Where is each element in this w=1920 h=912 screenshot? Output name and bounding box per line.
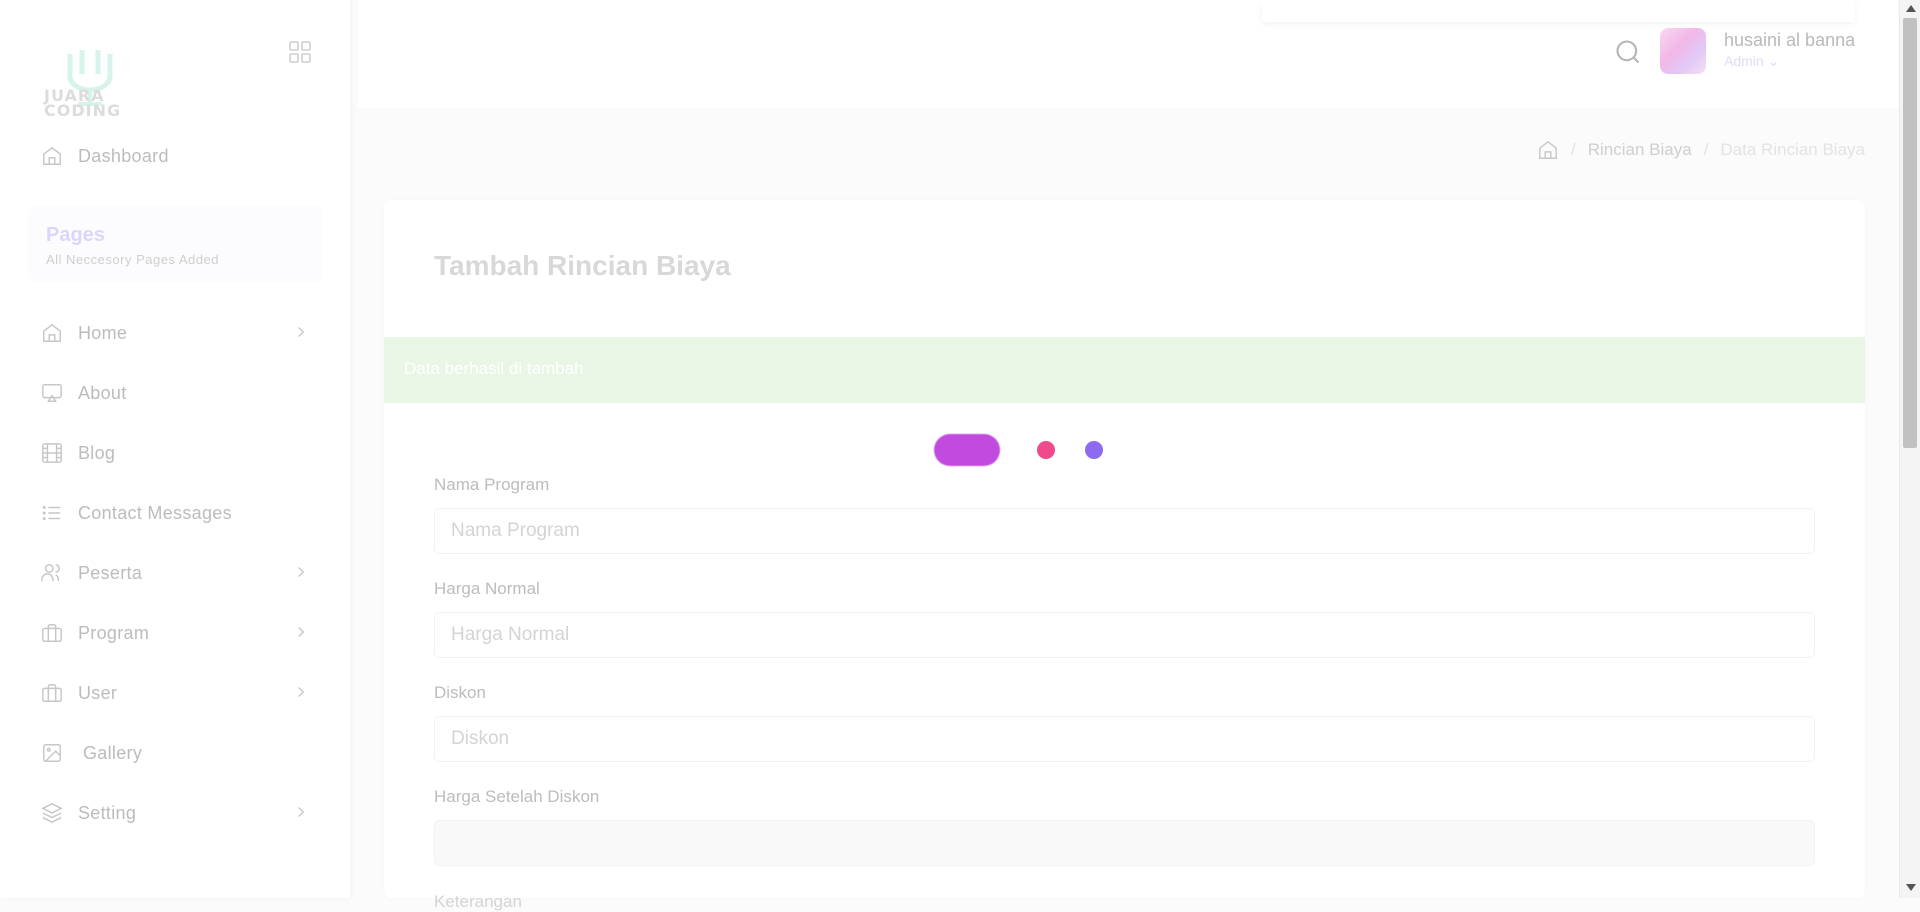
search-icon[interactable] bbox=[1614, 38, 1642, 66]
breadcrumb-link-rincian-biaya[interactable]: Rincian Biaya bbox=[1588, 140, 1692, 160]
sidebar-item-blog[interactable]: Blog bbox=[40, 435, 310, 471]
harga-normal-input[interactable] bbox=[434, 612, 1815, 658]
users-icon bbox=[40, 561, 64, 585]
breadcrumb-separator: / bbox=[1703, 140, 1709, 159]
scroll-up-arrow-icon[interactable] bbox=[1906, 5, 1916, 12]
sidebar-item-contact-messages[interactable]: Contact Messages bbox=[40, 495, 310, 531]
field-label-harga-normal: Harga Normal bbox=[434, 579, 540, 598]
user-name[interactable]: husaini al banna bbox=[1724, 30, 1855, 51]
sidebar-item-label: Gallery bbox=[83, 742, 143, 763]
home-icon[interactable] bbox=[1537, 139, 1559, 161]
scroll-down-arrow-icon[interactable] bbox=[1906, 884, 1916, 891]
header-dropdown-edge bbox=[1262, 0, 1855, 22]
nama-program-input[interactable] bbox=[434, 508, 1815, 554]
sidebar-item-label: User bbox=[78, 682, 118, 703]
sidebar-item-setting[interactable]: Setting bbox=[40, 795, 310, 831]
loader-dot bbox=[1085, 441, 1103, 459]
user-role-dropdown[interactable]: Admin ⌄ bbox=[1724, 53, 1779, 70]
monitor-icon bbox=[40, 381, 64, 405]
pages-subtitle: All Neccesory Pages Added bbox=[46, 252, 219, 267]
success-alert: Data berhasil di tambah bbox=[384, 337, 1865, 403]
briefcase-icon bbox=[40, 681, 64, 705]
alert-message: Data berhasil di tambah bbox=[404, 359, 584, 378]
logo-text-line-2: CODING bbox=[44, 101, 122, 120]
chevron-right-icon bbox=[298, 806, 305, 818]
breadcrumb: / Rincian Biaya / Data Rincian Biaya bbox=[1537, 139, 1865, 161]
breadcrumb-separator: / bbox=[1571, 140, 1576, 159]
field-label-harga-setelah-diskon: Harga Setelah Diskon bbox=[434, 787, 600, 806]
form-card: Tambah Rincian Biaya Data berhasil di ta… bbox=[384, 200, 1865, 911]
harga-setelah-diskon-input[interactable] bbox=[434, 820, 1815, 866]
chevron-right-icon bbox=[298, 686, 305, 698]
field-label-nama-program: Nama Program bbox=[434, 475, 550, 494]
breadcrumb-current: Data Rincian Biaya bbox=[1720, 140, 1865, 159]
diskon-input[interactable] bbox=[434, 716, 1815, 762]
loading-indicator bbox=[934, 432, 1114, 468]
avatar[interactable] bbox=[1660, 28, 1706, 74]
loader-blob bbox=[934, 434, 1000, 466]
list-icon bbox=[40, 501, 64, 525]
chevron-right-icon bbox=[298, 326, 305, 338]
sidebar-item-label: Home bbox=[78, 322, 128, 343]
sidebar-item-label: Blog bbox=[78, 442, 116, 463]
pages-title: Pages bbox=[46, 224, 105, 246]
page-scrollbar[interactable] bbox=[1899, 0, 1920, 898]
sidebar: JUARA CODING Dashboard Pages All Necceso… bbox=[0, 0, 350, 898]
grid-menu-icon[interactable] bbox=[288, 40, 312, 64]
sidebar-item-label: About bbox=[78, 382, 127, 403]
sidebar-item-label: Program bbox=[78, 622, 150, 643]
chevron-right-icon bbox=[298, 566, 305, 578]
page-title: Tambah Rincian Biaya bbox=[434, 250, 731, 281]
sidebar-item-label: Setting bbox=[78, 802, 137, 823]
field-label-diskon: Diskon bbox=[434, 683, 486, 702]
briefcase-icon bbox=[40, 621, 64, 645]
scrollbar-thumb[interactable] bbox=[1903, 18, 1917, 448]
film-icon bbox=[40, 441, 64, 465]
layers-icon bbox=[40, 801, 64, 825]
sidebar-item-label: Dashboard bbox=[78, 145, 169, 166]
sidebar-item-home[interactable]: Home bbox=[40, 315, 310, 351]
sidebar-item-about[interactable]: About bbox=[40, 375, 310, 411]
sidebar-item-gallery[interactable]: Gallery bbox=[40, 735, 310, 771]
sidebar-item-dashboard[interactable]: Dashboard bbox=[40, 138, 310, 174]
sidebar-item-program[interactable]: Program bbox=[40, 615, 310, 651]
chevron-right-icon bbox=[298, 626, 305, 638]
home-icon bbox=[40, 321, 64, 345]
loader-dot bbox=[1037, 441, 1055, 459]
home-icon bbox=[40, 144, 64, 168]
logo-text: JUARA CODING bbox=[44, 88, 122, 120]
field-label-keterangan: Keterangan bbox=[434, 892, 522, 911]
pages-section: Pages All Neccesory Pages Added bbox=[28, 206, 323, 282]
sidebar-item-peserta[interactable]: Peserta bbox=[40, 555, 310, 591]
sidebar-item-label: Contact Messages bbox=[78, 502, 232, 523]
sidebar-item-user[interactable]: User bbox=[40, 675, 310, 711]
sidebar-item-label: Peserta bbox=[78, 562, 143, 583]
image-icon bbox=[40, 741, 64, 765]
